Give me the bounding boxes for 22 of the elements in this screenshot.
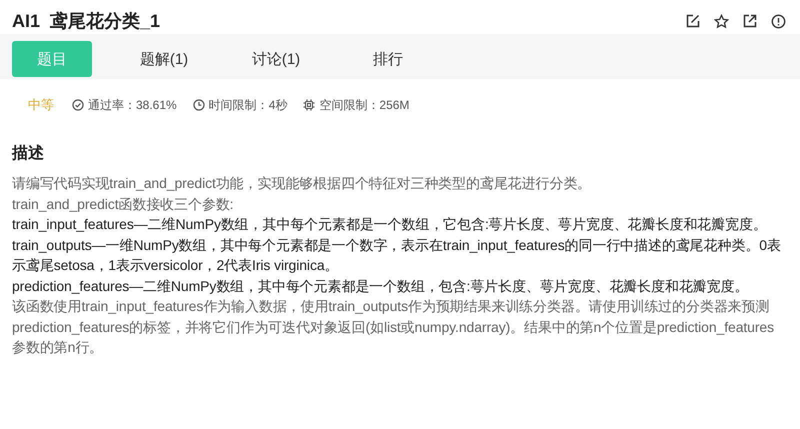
section-heading: 描述 [12,144,45,164]
description-paragraph: train_input_features—二维NumPy数组，其中每个元素都是一个数组，它包含:萼片长度、萼片宽度、花瓣长度和花瓣宽度。 [12,215,768,234]
stat-text: 通过率：38.61% [88,96,177,114]
info-icon[interactable] [771,14,786,28]
description-paragraph: 该函数使用train_input_features作为输入数据，使用train_outputs作为预期结果来训练分类器。请使用训练过的分类器来预测prediction_features的标签，并将它们作为可迭代对象返回(如list或numpy.ndarray)。结果中的第n个位置是prediction_features参数的第n行。 [12,297,776,357]
description-paragraph: prediction_features—二维NumPy数组，其中每个元素都是一个数组，包含:萼片长度、萼片宽度、花瓣长度和花瓣宽度。 [12,276,750,296]
clock-icon [192,99,205,111]
tab[interactable]: 题解(1) [114,41,214,77]
problem-title: AI1 鸢尾花分类_1 [12,10,160,33]
difficulty-label: 中等 [28,96,54,114]
stat-text: 时间限制：4秒 [208,96,288,114]
description-paragraph: 请编写代码实现train_and_predict功能，实现能够根据四个特征对三种类型的鸢尾花进行分类。 [12,174,592,193]
description-paragraph: train_outputs—一维NumPy数组，其中每个元素都是一个数字，表示在train_input_features的同一行中描述的鸢尾花种类。0表示鸢尾setosa，1表示versicolor，2代表Iris virginica。 [12,236,782,275]
check-circle-icon [72,99,84,111]
chip-icon [303,99,316,111]
edit-icon[interactable] [686,14,700,28]
stat-text: 空间限制：256M [319,96,410,114]
description-paragraph: train_and_predict函数接收三个参数: [12,194,234,214]
star-icon[interactable] [714,14,729,28]
tab[interactable]: 讨论(1) [226,41,326,77]
external-link-icon[interactable] [743,14,757,28]
tab[interactable]: 排行 [338,41,438,77]
